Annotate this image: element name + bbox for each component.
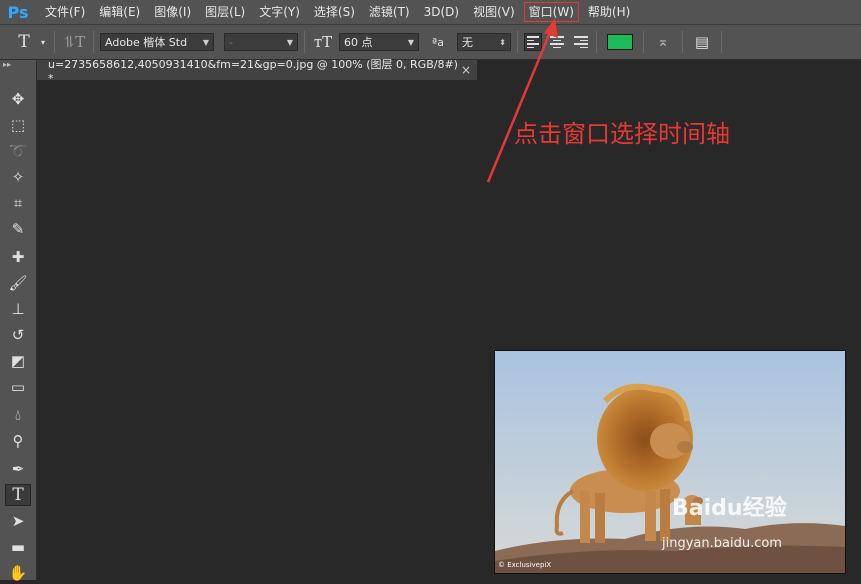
history-brush-tool-icon[interactable]: ↺	[5, 324, 31, 346]
menu-filter[interactable]: 滤镜(T)	[362, 0, 417, 24]
healing-brush-tool-icon[interactable]: ✚	[5, 246, 31, 268]
lasso-tool-icon[interactable]: ➰	[5, 140, 31, 162]
menu-image[interactable]: 图像(I)	[147, 0, 198, 24]
rectangle-tool-icon[interactable]: ▬	[5, 536, 31, 558]
divider	[643, 31, 644, 53]
antialias-value: 无	[462, 36, 473, 49]
divider	[682, 31, 683, 53]
menu-view[interactable]: 视图(V)	[466, 0, 522, 24]
photo-credit: © ExclusivepiX	[498, 561, 552, 569]
menu-help[interactable]: 帮助(H)	[581, 0, 637, 24]
align-left-button[interactable]	[524, 33, 542, 51]
divider	[596, 31, 597, 53]
brush-tool-icon[interactable]: 🖌︎	[5, 272, 31, 294]
eyedropper-tool-icon[interactable]: ✎	[5, 218, 31, 240]
font-size-value: 60 点	[344, 36, 373, 49]
menu-window[interactable]: 窗口(W)	[522, 0, 581, 24]
font-family-value: Adobe 楷体 Std	[105, 36, 188, 49]
move-tool-icon[interactable]: ✥	[5, 88, 31, 110]
align-right-button[interactable]	[572, 33, 590, 51]
photoshop-logo: Ps	[7, 2, 29, 22]
blur-tool-icon[interactable]: 💧︎	[5, 404, 31, 426]
divider	[517, 31, 518, 53]
menu-edit[interactable]: 编辑(E)	[92, 0, 147, 24]
menu-3d[interactable]: 3D(D)	[417, 0, 466, 24]
font-style-value: -	[229, 35, 233, 49]
character-panel-icon[interactable]: ▤	[689, 33, 715, 51]
clone-stamp-tool-icon[interactable]: ⊥	[5, 298, 31, 320]
menu-select[interactable]: 选择(S)	[307, 0, 362, 24]
type-tool-icon[interactable]: T	[5, 484, 31, 506]
chevron-down-icon: ▼	[286, 37, 293, 47]
pen-tool-icon[interactable]: ✒	[5, 458, 31, 480]
dodge-tool-icon[interactable]: ⚲	[5, 430, 31, 452]
watermark-url: jingyan.baidu.com	[662, 536, 782, 551]
watermark-brand: Baidu经验	[672, 496, 787, 521]
tools-panel: ▸▸ ✥ ⬚ ➰ ✧ ⌗ ✎ ✚ 🖌︎ ⊥ ↺ ◩ ▭ 💧︎ ⚲ ✒ T ➤ ▬…	[0, 60, 37, 582]
hand-tool-icon[interactable]: ✋	[5, 562, 31, 584]
font-style-select[interactable]: - ▼	[224, 33, 298, 51]
font-size-icon: ᴛT	[313, 33, 333, 51]
chevron-down-icon: ▼	[202, 37, 209, 47]
font-size-select[interactable]: 60 点 ▼	[339, 33, 419, 51]
align-center-button[interactable]	[548, 33, 566, 51]
text-color-swatch[interactable]	[607, 34, 633, 50]
menu-layer[interactable]: 图层(L)	[198, 0, 252, 24]
divider	[93, 31, 94, 53]
type-tool-preset-icon[interactable]: T	[10, 32, 38, 52]
close-icon[interactable]: ×	[461, 63, 471, 77]
eraser-tool-icon[interactable]: ◩	[5, 350, 31, 372]
menu-bar: Ps 文件(F) 编辑(E) 图像(I) 图层(L) 文字(Y) 选择(S) 滤…	[0, 0, 861, 25]
antialias-icon: ªa	[432, 35, 444, 49]
divider	[54, 31, 55, 53]
path-selection-tool-icon[interactable]: ➤	[5, 510, 31, 532]
divider	[721, 31, 722, 53]
text-orientation-icon[interactable]: ⥮T	[61, 33, 87, 51]
menu-type[interactable]: 文字(Y)	[252, 0, 307, 24]
baidu-watermark: Baidu经验 jingyan.baidu.com	[662, 490, 787, 551]
chevron-down-icon[interactable]: ▾	[38, 38, 48, 47]
chevron-down-icon: ▼	[407, 37, 414, 47]
divider	[304, 31, 305, 53]
panel-collapse-icon[interactable]: ▸▸	[0, 60, 36, 70]
marquee-tool-icon[interactable]: ⬚	[5, 114, 31, 136]
crop-tool-icon[interactable]: ⌗	[5, 192, 31, 214]
document-tab[interactable]: u=2735658612,4050931410&fm=21&gp=0.jpg @…	[37, 58, 478, 85]
annotation-text: 点击窗口选择时间轴	[514, 120, 730, 148]
chevron-updown-icon: ⬍	[499, 37, 506, 47]
antialias-select[interactable]: 无 ⬍	[457, 33, 511, 51]
menu-file[interactable]: 文件(F)	[38, 0, 92, 24]
gradient-tool-icon[interactable]: ▭	[5, 376, 31, 398]
warp-text-icon[interactable]: ⌅	[650, 34, 676, 50]
font-family-select[interactable]: Adobe 楷体 Std ▼	[100, 33, 214, 51]
magic-wand-tool-icon[interactable]: ✧	[5, 166, 31, 188]
